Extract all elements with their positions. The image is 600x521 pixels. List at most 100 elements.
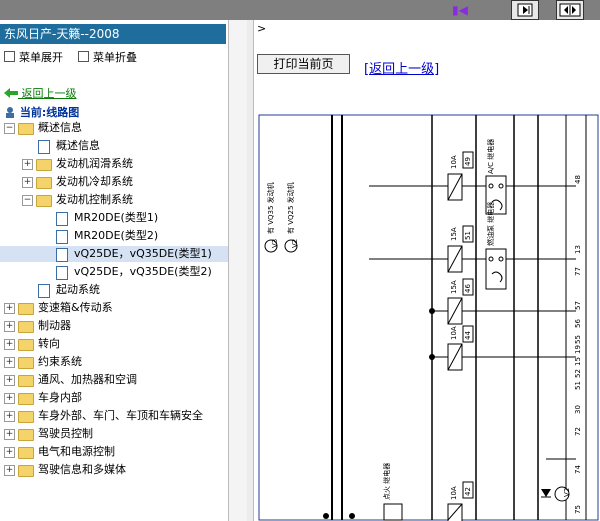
tree-item[interactable]: + 车身外部、车门、车顶和车辆安全 [0, 408, 228, 424]
expand-toggle-icon[interactable]: + [4, 411, 15, 422]
collapse-toggle-icon[interactable]: − [22, 195, 33, 206]
top-toolbar: ▮◀ [0, 0, 600, 20]
expand-toggle-icon[interactable]: + [4, 375, 15, 386]
svg-text:42: 42 [464, 487, 472, 496]
current-label: 当前:线路图 [19, 106, 80, 119]
tree-item-label: 驾驶信息和多媒体 [38, 463, 126, 476]
folder-icon [18, 321, 34, 333]
svg-text:49: 49 [464, 157, 472, 166]
scrollbar[interactable] [229, 20, 247, 521]
svg-text:51: 51 [464, 231, 472, 240]
tree-item[interactable]: − 发动机控制系统 [0, 192, 228, 208]
tree-item[interactable]: + 转向 [0, 336, 228, 352]
tree-item-label: 驾驶员控制 [38, 427, 93, 440]
folder-icon [18, 375, 34, 387]
expand-toggle-icon[interactable]: + [4, 339, 15, 350]
document-icon [38, 140, 50, 154]
expand-toggle-icon[interactable]: + [4, 465, 15, 476]
pin-label: 75 [574, 505, 582, 514]
tree-item[interactable]: MR20DE(类型1) [0, 210, 228, 226]
folder-icon [18, 429, 34, 441]
folder-icon [18, 303, 34, 315]
pin-label: 77 [574, 267, 582, 276]
next-page-button[interactable] [511, 0, 539, 20]
tree-item-label: 电气和电源控制 [38, 445, 115, 458]
svg-text:有 VQ35 发动机: 有 VQ35 发动机 [266, 182, 275, 234]
pin-label: 51 [574, 381, 582, 390]
folder-icon [36, 195, 52, 207]
svg-text:有 VQ25 发动机: 有 VQ25 发动机 [286, 182, 295, 234]
expand-toggle-icon[interactable]: + [4, 357, 15, 368]
tree-item[interactable]: + 电气和电源控制 [0, 444, 228, 460]
tree-item-label: 制动器 [38, 319, 71, 332]
return-link[interactable]: [返回上一级] [364, 58, 439, 77]
menu-expand[interactable]: 菜单展开 [4, 50, 63, 66]
junction [323, 513, 329, 519]
tree-item[interactable]: + 驾驶信息和多媒体 [0, 462, 228, 478]
tree-item[interactable]: − 概述信息 [0, 120, 228, 136]
media-icon[interactable]: ▮◀ [452, 3, 468, 17]
folder-icon [18, 447, 34, 459]
tree-item[interactable]: vQ25DE，vQ35DE(类型1) [0, 246, 228, 262]
pin-label: 74 [574, 465, 582, 474]
wiring-diagram: V3 有 VQ35 发动机 V2 有 VQ25 发动机 10A 49 A/C 继… [258, 114, 599, 521]
junction [349, 513, 355, 519]
tree-item[interactable]: vQ25DE，vQ35DE(类型2) [0, 264, 228, 280]
expand-toggle-icon[interactable]: + [4, 429, 15, 440]
menu-collapse[interactable]: 菜单折叠 [78, 50, 137, 66]
expand-toggle-icon[interactable]: + [22, 177, 33, 188]
tree-item-label: 概述信息 [38, 121, 82, 134]
collapse-icon [78, 51, 89, 62]
expand-toggle-icon[interactable]: + [4, 393, 15, 404]
folder-icon [18, 339, 34, 351]
svg-text:10A: 10A [450, 155, 458, 169]
tree-item-label: 变速箱&传动系 [38, 301, 113, 314]
tree-item-label: 发动机冷却系统 [56, 175, 133, 188]
document-icon [56, 230, 68, 244]
folder-icon [18, 123, 34, 135]
back-link[interactable]: 返回上一级 [4, 85, 77, 101]
tree-item[interactable]: MR20DE(类型2) [0, 228, 228, 244]
menu-collapse-label: 菜单折叠 [93, 51, 137, 64]
tree-item[interactable]: 起动系统 [0, 282, 228, 298]
pin-label: 15 [574, 357, 582, 366]
pin-label: 48 [574, 175, 582, 184]
print-button[interactable]: 打印当前页 [257, 54, 350, 74]
expand-toggle-icon[interactable]: + [22, 159, 33, 170]
window-title: 东风日产-天籁--2008 [0, 24, 226, 44]
tree-item[interactable]: + 通风、加热器和空调 [0, 372, 228, 388]
junction [429, 354, 435, 360]
folder-icon [18, 465, 34, 477]
expand-toggle-icon[interactable]: + [4, 321, 15, 332]
svg-text:点火 继电器: 点火 继电器 [382, 463, 391, 500]
svg-text:燃油泵 继电器: 燃油泵 继电器 [486, 202, 495, 246]
tree-item[interactable]: + 发动机润滑系统 [0, 156, 228, 172]
split-view-button[interactable] [556, 0, 584, 20]
svg-text:V2: V2 [291, 239, 299, 248]
tree-item[interactable]: + 发动机冷却系统 [0, 174, 228, 190]
document-icon [38, 284, 50, 298]
expand-toggle-icon[interactable]: + [4, 447, 15, 458]
pin-label: 57 [574, 301, 582, 310]
folder-icon [18, 357, 34, 369]
pin-label: 52 [574, 369, 582, 378]
tree-item[interactable]: + 制动器 [0, 318, 228, 334]
expand-icon [4, 51, 15, 62]
svg-text:V2: V2 [563, 488, 571, 497]
folder-icon [36, 159, 52, 171]
svg-text:44: 44 [464, 331, 472, 340]
tree-item[interactable]: + 变速箱&传动系 [0, 300, 228, 316]
collapse-toggle-icon[interactable]: − [4, 123, 15, 134]
tree-item-label: 起动系统 [56, 283, 100, 296]
tree-item[interactable]: + 驾驶员控制 [0, 426, 228, 442]
document-icon [56, 212, 68, 226]
tree-item[interactable]: + 车身内部 [0, 390, 228, 406]
tree-item-label: vQ25DE，vQ35DE(类型2) [74, 265, 212, 278]
expand-toggle-icon[interactable]: + [4, 303, 15, 314]
tree-item[interactable]: + 约束系统 [0, 354, 228, 370]
tree-item-label: 转向 [38, 337, 60, 350]
tree-item-label: 发动机润滑系统 [56, 157, 133, 170]
tree-item-label: 车身内部 [38, 391, 82, 404]
tree-item[interactable]: 概述信息 [0, 138, 228, 154]
tree-item-label: 车身外部、车门、车顶和车辆安全 [38, 409, 203, 422]
